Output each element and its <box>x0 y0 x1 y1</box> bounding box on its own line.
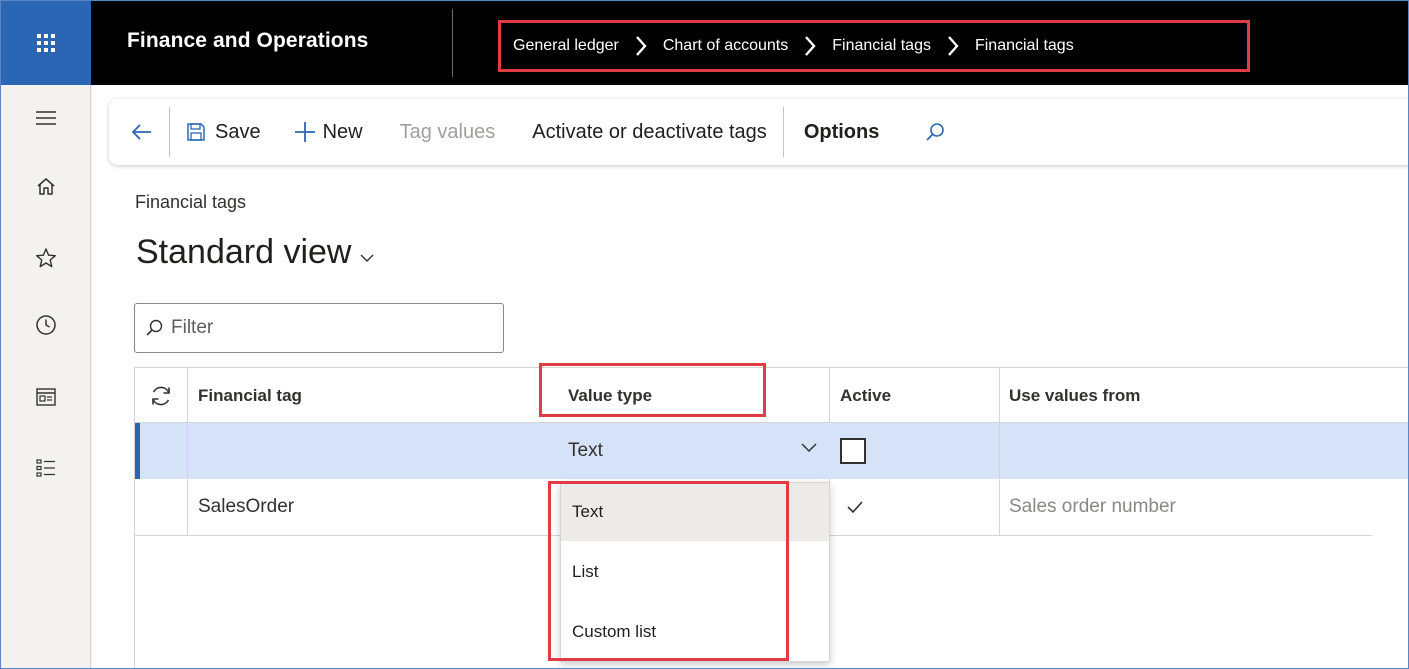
use-values-from-cell[interactable] <box>1000 423 1408 479</box>
active-checkbox[interactable] <box>840 438 866 464</box>
app-window: Finance and Operations General ledger Ch… <box>0 0 1409 669</box>
grid-header: Financial tag Value type Active Use valu… <box>135 368 1408 423</box>
active-cell[interactable] <box>830 479 1000 535</box>
new-label: New <box>322 120 363 143</box>
breadcrumb-item-chart-of-accounts[interactable]: Chart of accounts <box>663 37 788 55</box>
table-row[interactable]: Text <box>135 423 1408 479</box>
save-icon <box>187 123 205 141</box>
search-icon <box>146 319 163 336</box>
back-button[interactable] <box>109 99 169 165</box>
modules-list-icon[interactable] <box>31 453 61 483</box>
options-tab[interactable]: Options <box>784 99 880 165</box>
dropdown-option-custom-list[interactable]: Custom list <box>561 603 829 661</box>
form-caption: Financial tags <box>135 192 247 212</box>
chevron-down-icon <box>360 254 374 262</box>
dropdown-option-text[interactable]: Text <box>561 483 829 541</box>
tag-values-button[interactable]: Tag values <box>363 99 496 165</box>
save-label: Save <box>215 120 261 143</box>
breadcrumb: General ledger Chart of accounts Financi… <box>498 20 1250 72</box>
column-header-financial-tag[interactable]: Financial tag <box>188 368 560 423</box>
chevron-right-icon <box>788 31 832 61</box>
financial-tag-cell[interactable]: SalesOrder <box>188 479 560 535</box>
row-selector[interactable] <box>135 423 188 479</box>
view-title: Standard view <box>136 233 352 271</box>
chevron-down-icon <box>801 443 817 453</box>
top-bar: Finance and Operations General ledger Ch… <box>1 1 1408 85</box>
value-type-selected: Text <box>568 440 603 461</box>
value-type-select[interactable]: Text <box>560 423 830 479</box>
divider <box>452 9 453 77</box>
dropdown-option-list[interactable]: List <box>561 543 829 601</box>
new-button[interactable]: New <box>261 99 363 165</box>
value-type-dropdown: Text List Custom list <box>560 482 830 662</box>
financial-tag-cell[interactable] <box>188 423 560 479</box>
search-button[interactable] <box>879 99 945 165</box>
chevron-right-icon <box>619 31 663 61</box>
save-button[interactable]: Save <box>170 99 261 165</box>
row-selector[interactable] <box>135 479 188 535</box>
workspace-icon[interactable] <box>31 382 61 412</box>
refresh-button[interactable] <box>135 368 188 423</box>
column-header-use-values-from[interactable]: Use values from <box>1000 368 1408 423</box>
left-nav <box>1 85 91 668</box>
plus-icon <box>294 122 315 142</box>
hamburger-icon[interactable] <box>31 103 61 133</box>
active-cell[interactable] <box>830 423 1000 479</box>
waffle-icon <box>37 34 55 52</box>
refresh-icon <box>152 386 170 405</box>
home-icon[interactable] <box>31 171 61 201</box>
action-pane: Save New Tag values Activate or deactiva… <box>109 99 1408 165</box>
column-header-value-type[interactable]: Value type <box>560 368 830 423</box>
app-title[interactable]: Finance and Operations <box>127 29 368 53</box>
activate-deactivate-tags-button[interactable]: Activate or deactivate tags <box>495 99 783 165</box>
view-selector[interactable]: Standard view <box>136 233 375 272</box>
column-header-active[interactable]: Active <box>830 368 1000 423</box>
arrow-left-icon <box>131 124 151 140</box>
filter-input[interactable] <box>171 317 491 339</box>
breadcrumb-item-financial-tags-current[interactable]: Financial tags <box>975 37 1074 55</box>
star-icon[interactable] <box>31 243 61 273</box>
filter-box[interactable] <box>134 303 504 353</box>
breadcrumb-item-financial-tags[interactable]: Financial tags <box>832 37 931 55</box>
use-values-from-cell[interactable]: Sales order number <box>1000 479 1408 535</box>
app-launcher-button[interactable] <box>1 1 91 85</box>
chevron-right-icon <box>931 31 975 61</box>
search-icon <box>926 123 945 141</box>
breadcrumb-item-general-ledger[interactable]: General ledger <box>513 37 619 55</box>
clock-icon[interactable] <box>31 310 61 340</box>
checkmark-icon <box>847 501 863 514</box>
